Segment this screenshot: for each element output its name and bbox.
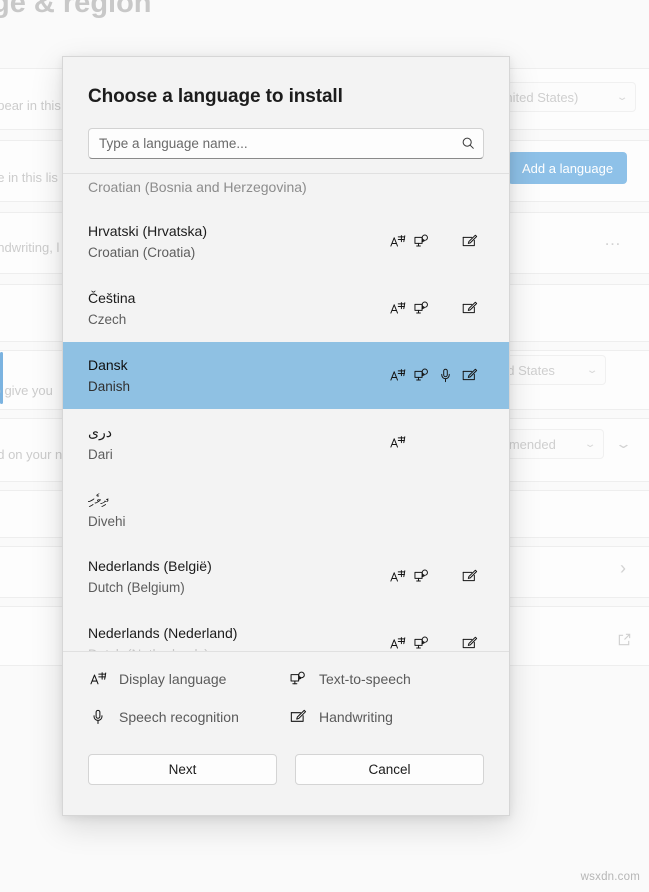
search-row bbox=[63, 108, 509, 173]
speech-recognition-icon bbox=[437, 367, 454, 384]
language-row[interactable]: Nederlands (Nederland) Dutch (Netherlands… bbox=[63, 610, 509, 652]
handwriting-icon bbox=[288, 707, 308, 727]
legend-item: Handwriting bbox=[288, 707, 484, 727]
language-feature-icons bbox=[389, 298, 493, 320]
language-english-name: Dari bbox=[88, 447, 389, 462]
display-language-icon bbox=[389, 367, 406, 384]
language-english-name: Danish bbox=[88, 379, 389, 394]
page-title: ge & region bbox=[0, 0, 152, 20]
legend-label: Speech recognition bbox=[119, 709, 239, 725]
background-text-fragment: andwriting, l bbox=[0, 240, 59, 255]
search-input[interactable] bbox=[89, 136, 453, 151]
legend-item: Display language bbox=[88, 669, 288, 689]
background-text-fragment: ge in this lis bbox=[0, 170, 58, 185]
text-to-speech-icon bbox=[413, 300, 430, 317]
chevron-down-icon: ⌄ bbox=[584, 439, 597, 450]
display-language-icon bbox=[389, 568, 406, 585]
language-row[interactable]: دری Dari bbox=[63, 409, 509, 476]
display-language-icon bbox=[88, 669, 108, 689]
display-language-icon bbox=[389, 300, 406, 317]
language-english-name: Divehi bbox=[88, 514, 389, 529]
language-row[interactable]: Čeština Czech bbox=[63, 275, 509, 342]
text-to-speech-icon bbox=[413, 635, 430, 652]
handwriting-icon bbox=[461, 635, 478, 652]
language-feature-icons bbox=[389, 633, 493, 653]
language-names: Hrvatski (Hrvatska) Croatian (Croatia) bbox=[88, 223, 389, 260]
dialog-button-row: Next Cancel bbox=[63, 727, 509, 815]
next-button[interactable]: Next bbox=[88, 754, 277, 785]
legend-label: Text-to-speech bbox=[319, 671, 411, 687]
language-english-name: Dutch (Netherlands) bbox=[88, 647, 389, 652]
external-link-icon[interactable] bbox=[617, 632, 632, 650]
forward-chevron-icon[interactable]: › bbox=[620, 559, 626, 577]
language-native-name: Nederlands (België) bbox=[88, 558, 389, 574]
search-box[interactable] bbox=[88, 128, 484, 159]
handwriting-icon bbox=[461, 300, 478, 317]
handwriting-icon bbox=[461, 568, 478, 585]
display-language-icon bbox=[389, 635, 406, 652]
language-feature-icons bbox=[389, 499, 493, 521]
language-names: Nederlands (België) Dutch (Belgium) bbox=[88, 558, 389, 595]
display-language-icon bbox=[389, 434, 406, 451]
legend-item: Speech recognition bbox=[88, 707, 288, 727]
display-language-icon bbox=[389, 233, 406, 250]
chevron-down-icon: ⌄ bbox=[586, 365, 599, 376]
legend-label: Display language bbox=[119, 671, 226, 687]
text-to-speech-icon bbox=[413, 233, 430, 250]
language-names: ދިވެހި Divehi bbox=[88, 491, 389, 529]
background-text-fragment: ppear in this bbox=[0, 98, 61, 113]
language-feature-icons bbox=[389, 365, 493, 387]
language-row[interactable]: Dansk Danish bbox=[63, 342, 509, 409]
cancel-button[interactable]: Cancel bbox=[295, 754, 484, 785]
language-feature-icons bbox=[389, 432, 493, 454]
feature-legend: Display language Text-to-speech Speech rec… bbox=[63, 652, 509, 727]
language-row[interactable]: Hrvatski (Hrvatska) Croatian (Croatia) bbox=[63, 208, 509, 275]
language-feature-icons bbox=[389, 566, 493, 588]
language-native-name: Hrvatski (Hrvatska) bbox=[88, 223, 389, 239]
legend-item: Text-to-speech bbox=[288, 669, 484, 689]
chevron-down-icon: ⌄ bbox=[616, 92, 629, 103]
text-to-speech-icon bbox=[288, 669, 308, 689]
language-row[interactable]: Croatian (Bosnia and Herzegovina) bbox=[63, 173, 509, 208]
speech-recognition-icon bbox=[88, 707, 108, 727]
language-feature-icons bbox=[389, 173, 493, 188]
watermark: wsxdn.com bbox=[581, 871, 640, 883]
handwriting-icon bbox=[461, 233, 478, 250]
dialog-header: Choose a language to install bbox=[63, 57, 509, 108]
language-english-name: Dutch (Belgium) bbox=[88, 580, 389, 595]
search-icon[interactable] bbox=[453, 136, 483, 151]
language-names: دری Dari bbox=[88, 424, 389, 462]
handwriting-icon bbox=[461, 367, 478, 384]
language-names: Croatian (Bosnia and Herzegovina) bbox=[88, 173, 389, 195]
language-native-name: Čeština bbox=[88, 290, 389, 306]
legend-label: Handwriting bbox=[319, 709, 393, 725]
more-options-icon[interactable]: … bbox=[604, 231, 621, 248]
dialog-title: Choose a language to install bbox=[88, 86, 484, 108]
expand-chevron-icon[interactable]: ⌄ bbox=[615, 437, 632, 450]
language-english-name: Croatian (Croatia) bbox=[88, 245, 389, 260]
language-row[interactable]: Nederlands (België) Dutch (Belgium) bbox=[63, 543, 509, 610]
background-text-fragment: ed on your n bbox=[0, 447, 62, 462]
language-native-name: ދިވެހި bbox=[88, 491, 389, 508]
language-native-name: Dansk bbox=[88, 357, 389, 373]
language-list-inner: Croatian (Bosnia and Herzegovina) Hrvatsk… bbox=[63, 173, 509, 652]
language-native-name: Croatian (Bosnia and Herzegovina) bbox=[88, 179, 389, 195]
background-text-fragment: to give you bbox=[0, 383, 53, 398]
language-row[interactable]: ދިވެހި Divehi bbox=[63, 476, 509, 543]
add-a-language-button[interactable]: Add a language bbox=[508, 152, 627, 184]
choose-language-dialog: Choose a language to install Croatian (B… bbox=[62, 56, 510, 816]
text-to-speech-icon bbox=[413, 568, 430, 585]
language-names: Nederlands (Nederland) Dutch (Netherlands… bbox=[88, 625, 389, 652]
language-list[interactable]: Croatian (Bosnia and Herzegovina) Hrvatsk… bbox=[63, 173, 509, 652]
text-to-speech-icon bbox=[413, 367, 430, 384]
language-names: Dansk Danish bbox=[88, 357, 389, 394]
language-names: Čeština Czech bbox=[88, 290, 389, 327]
language-english-name: Czech bbox=[88, 312, 389, 327]
language-feature-icons bbox=[389, 231, 493, 253]
language-native-name: دری bbox=[88, 424, 389, 441]
language-native-name: Nederlands (Nederland) bbox=[88, 625, 389, 641]
